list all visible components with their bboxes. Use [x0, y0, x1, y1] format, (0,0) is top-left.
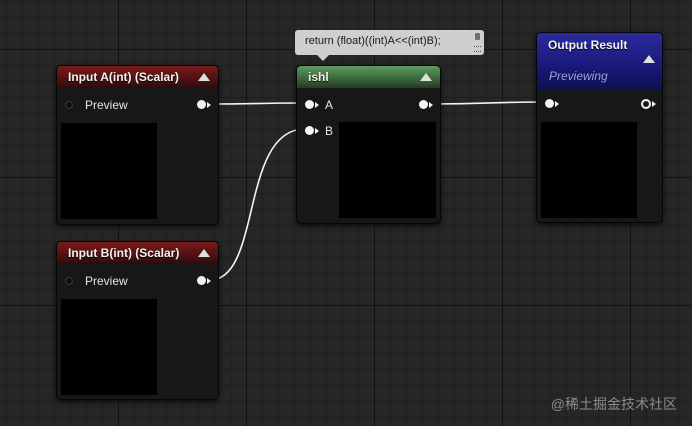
- output-hollow-pin-icon[interactable]: [641, 99, 651, 109]
- ishl-pin-b-label: B: [325, 124, 334, 138]
- preview-input-pin-icon[interactable]: [65, 277, 73, 285]
- output-pin-icon[interactable]: [197, 100, 206, 109]
- preview-pin-label: Preview: [85, 98, 128, 112]
- node-input-a[interactable]: Input A(int) (Scalar) Preview: [56, 65, 219, 225]
- node-input-b-preview: [61, 299, 157, 395]
- material-graph-canvas[interactable]: Input A(int) (Scalar) Preview Input B(in…: [0, 0, 692, 426]
- preview-input-pin-icon[interactable]: [65, 101, 73, 109]
- wire-ishl-to-output[interactable]: [432, 101, 545, 105]
- node-output-result[interactable]: Output Result Previewing: [536, 32, 663, 223]
- output-pin-arrow-icon: [207, 102, 211, 108]
- ishl-pin-row-a: A: [305, 98, 438, 112]
- node-ishl[interactable]: ishl A B: [296, 65, 441, 224]
- node-ishl-title: ishl: [308, 70, 329, 84]
- output-pin-row: [545, 97, 660, 111]
- resize-grip-icon[interactable]: [474, 46, 481, 52]
- node-input-b-title: Input B(int) (Scalar): [68, 246, 180, 260]
- node-output-preview: [541, 122, 637, 218]
- code-comment-text: return (float)((int)A<<(int)B);: [305, 35, 441, 47]
- node-input-a-preview: [61, 123, 157, 219]
- node-output-title: Output Result: [548, 38, 628, 52]
- watermark-text: @稀土掘金技术社区: [550, 396, 677, 412]
- pin-icon[interactable]: [475, 33, 480, 40]
- preview-pin-row-a: Preview: [65, 98, 215, 112]
- node-ishl-header[interactable]: ishl: [297, 66, 440, 88]
- node-ishl-preview: [339, 122, 436, 218]
- input-pin-arrow-icon: [315, 128, 319, 134]
- output-pin-arrow-icon: [207, 278, 211, 284]
- collapse-arrow-icon[interactable]: [420, 73, 432, 81]
- node-input-a-header[interactable]: Input A(int) (Scalar): [57, 66, 218, 88]
- collapse-arrow-icon[interactable]: [643, 55, 655, 63]
- output-pin-arrow-icon: [429, 102, 433, 108]
- collapse-arrow-icon[interactable]: [198, 73, 210, 81]
- input-pin-arrow-icon: [555, 101, 559, 107]
- output-pin-icon[interactable]: [419, 100, 428, 109]
- output-pin-icon[interactable]: [197, 276, 206, 285]
- previewing-label: Previewing: [549, 69, 608, 83]
- wire-b-to-ishl-b[interactable]: [209, 128, 306, 281]
- ishl-pin-a-label: A: [325, 98, 334, 112]
- input-pin-arrow-icon: [315, 102, 319, 108]
- node-output-header[interactable]: Output Result Previewing: [537, 33, 662, 89]
- node-input-b-header[interactable]: Input B(int) (Scalar): [57, 242, 218, 264]
- input-pin-a-icon[interactable]: [305, 100, 314, 109]
- input-pin-b-icon[interactable]: [305, 126, 314, 135]
- wire-a-to-ishl-a[interactable]: [209, 102, 306, 105]
- node-input-a-title: Input A(int) (Scalar): [68, 70, 179, 84]
- preview-pin-label: Preview: [85, 274, 128, 288]
- output-pin-arrow-icon: [652, 101, 656, 107]
- code-comment-bubble[interactable]: return (float)((int)A<<(int)B);: [295, 30, 484, 61]
- node-input-b[interactable]: Input B(int) (Scalar) Preview: [56, 241, 219, 400]
- collapse-arrow-icon[interactable]: [198, 249, 210, 257]
- input-pin-icon[interactable]: [545, 99, 554, 108]
- preview-pin-row-b: Preview: [65, 274, 215, 288]
